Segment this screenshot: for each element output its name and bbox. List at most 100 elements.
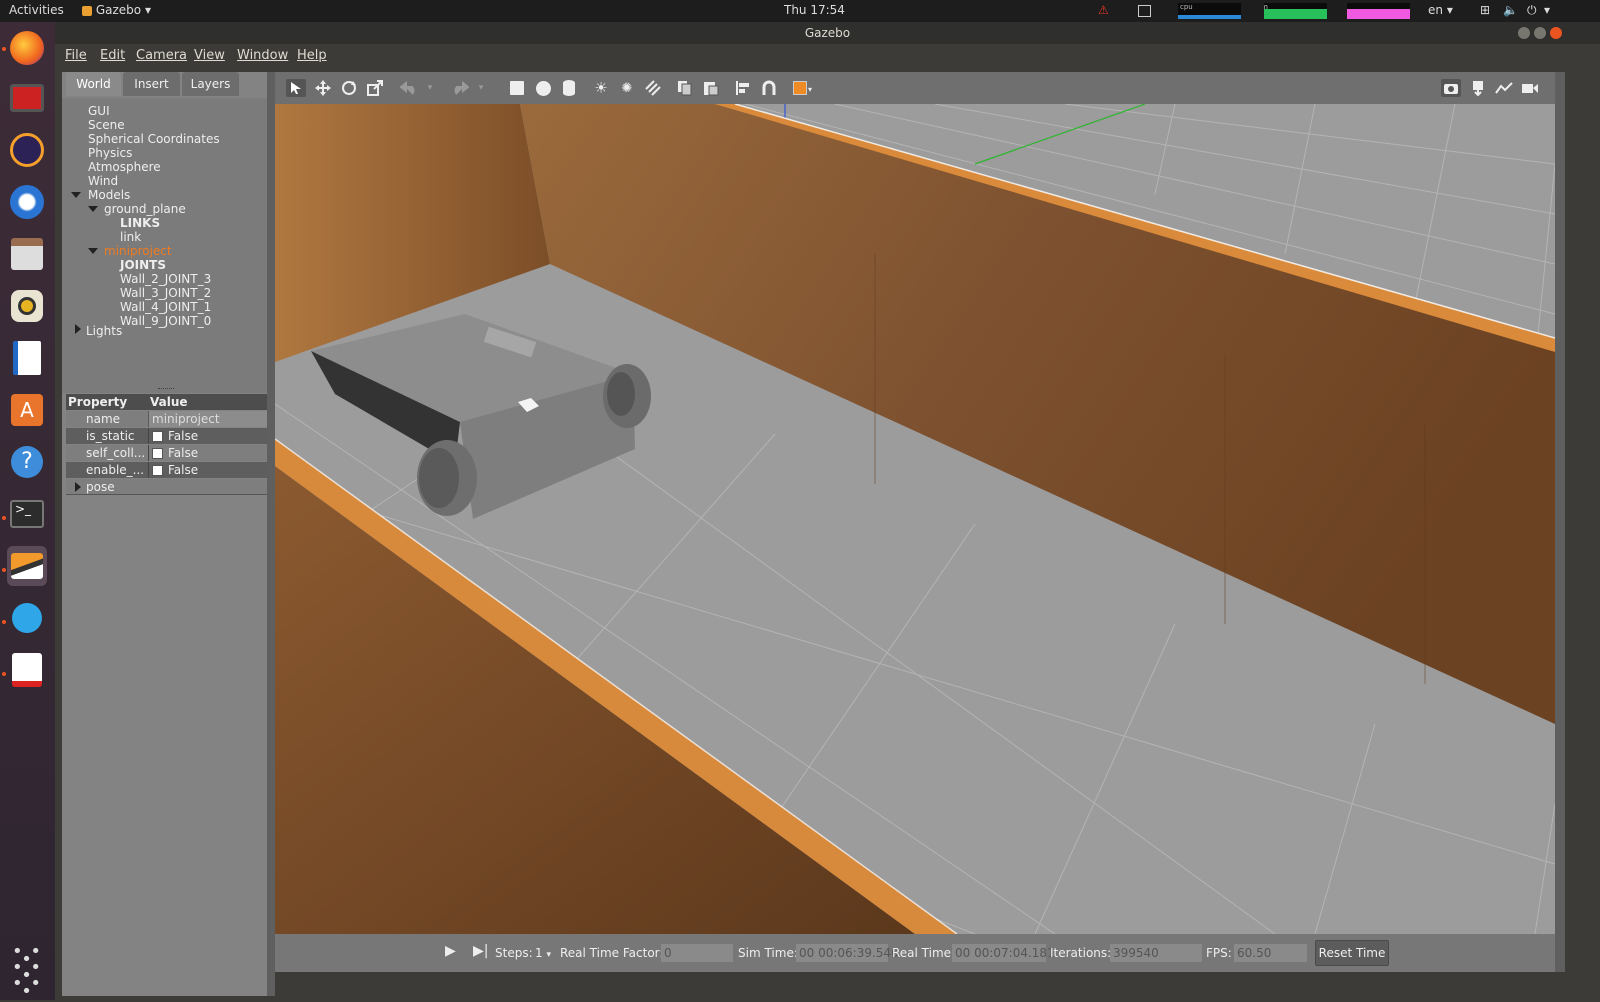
thunderbird-icon[interactable]	[7, 182, 47, 222]
expand-pose-icon[interactable]	[75, 482, 81, 492]
terminal-icon[interactable]: >_	[7, 494, 47, 534]
align-icon[interactable]	[733, 79, 753, 97]
spot-light-icon[interactable]: ✺	[617, 79, 637, 97]
tree-item-physics[interactable]: Physics	[88, 146, 132, 160]
tab-world[interactable]: World	[66, 72, 121, 96]
tree-item-wind[interactable]: Wind	[88, 174, 118, 188]
left-panel-splitter[interactable]	[267, 72, 275, 996]
show-applications-icon[interactable]: • • • • • • • • •	[7, 943, 47, 1001]
chevron-down-icon[interactable]: ▾	[476, 79, 486, 97]
view-angle-icon[interactable]: ▾	[790, 79, 812, 97]
property-row-pose[interactable]: pose	[66, 479, 267, 495]
tree-item-ground-plane[interactable]: ground_plane	[104, 202, 186, 216]
tab-insert[interactable]: Insert	[123, 72, 180, 96]
paste-icon[interactable]	[701, 79, 721, 97]
redo-icon[interactable]	[450, 79, 470, 97]
property-value[interactable]: miniproject	[152, 412, 220, 426]
tree-item-lights[interactable]: Lights	[86, 324, 122, 338]
directional-light-icon[interactable]	[643, 79, 663, 97]
document-viewer-icon[interactable]	[7, 650, 47, 690]
tree-item-joint[interactable]: Wall_3_JOINT_2	[120, 286, 211, 300]
tree-item-joint[interactable]: Wall_9_JOINT_0	[120, 314, 211, 328]
checkbox[interactable]	[152, 465, 163, 476]
minimize-button[interactable]	[1518, 27, 1530, 39]
tab-layers[interactable]: Layers	[182, 72, 239, 96]
tree-item-joint[interactable]: Wall_2_JOINT_3	[120, 272, 211, 286]
menu-help[interactable]: Help	[297, 48, 327, 63]
step-icon[interactable]: ▶|	[473, 943, 488, 959]
activities-button[interactable]: Activities	[9, 3, 64, 17]
undo-icon[interactable]	[399, 79, 419, 97]
point-light-icon[interactable]: ☀	[591, 79, 611, 97]
mem-graph[interactable]: mem	[1264, 3, 1327, 19]
scale-mode-icon[interactable]	[365, 79, 385, 97]
panel-splitter[interactable]	[158, 388, 174, 390]
expand-models-icon[interactable]	[71, 192, 81, 198]
help-icon[interactable]: ?	[7, 442, 47, 482]
kde-icon[interactable]	[7, 598, 47, 638]
property-row: is_static False	[66, 428, 267, 444]
checkbox[interactable]	[152, 431, 163, 442]
app-menu[interactable]: Gazebo ▾	[82, 3, 151, 17]
language-selector[interactable]: en ▾	[1428, 3, 1453, 17]
clock[interactable]: Thu 17:54	[784, 3, 845, 17]
menu-edit[interactable]: Edit	[100, 48, 125, 63]
net-graph[interactable]: net	[1347, 3, 1410, 19]
real-time-label: Real Time:	[892, 946, 956, 960]
right-panel-collapse[interactable]	[1555, 72, 1565, 972]
power-icon[interactable]: ⏻	[1527, 3, 1537, 18]
steps-value: 1	[535, 946, 543, 960]
snap-icon[interactable]	[759, 79, 779, 97]
3d-scene-viewport[interactable]	[275, 104, 1555, 934]
remote-desktop-icon[interactable]	[7, 78, 47, 118]
reset-time-button[interactable]: Reset Time	[1315, 940, 1389, 966]
translate-mode-icon[interactable]	[313, 79, 333, 97]
writer-icon[interactable]	[7, 338, 47, 378]
software-center-icon[interactable]: A	[7, 390, 47, 430]
window-titlebar[interactable]: Gazebo	[55, 22, 1600, 44]
menu-file[interactable]: File	[65, 48, 87, 63]
tree-item-miniproject[interactable]: miniproject	[104, 244, 172, 258]
rhythmbox-icon[interactable]	[7, 286, 47, 326]
warning-icon[interactable]: ⚠	[1098, 3, 1109, 17]
firefox-icon[interactable]	[7, 28, 47, 68]
expand-ground-plane-icon[interactable]	[88, 206, 98, 212]
volume-icon[interactable]: 🔈	[1503, 3, 1518, 17]
tree-item-spherical[interactable]: Spherical Coordinates	[88, 132, 220, 146]
menu-camera[interactable]: Camera	[136, 48, 187, 63]
chevron-down-icon[interactable]: ▾	[425, 79, 435, 97]
cylinder-shape-icon[interactable]	[559, 79, 579, 97]
plot-icon[interactable]	[1494, 79, 1514, 97]
cpu-graph[interactable]: cpu	[1178, 3, 1241, 19]
steps-spinner[interactable]: 1 ▾	[535, 946, 551, 960]
rotate-mode-icon[interactable]	[339, 79, 359, 97]
maximize-button[interactable]	[1534, 27, 1546, 39]
screenshot-icon[interactable]	[1441, 79, 1461, 97]
play-icon[interactable]: ▶	[445, 943, 456, 959]
expand-lights-icon[interactable]	[75, 324, 81, 334]
gazebo-icon[interactable]	[7, 546, 47, 586]
copy-icon[interactable]	[675, 79, 695, 97]
tree-item-joint[interactable]: Wall_4_JOINT_1	[120, 300, 211, 314]
system-monitor-icon[interactable]	[1138, 5, 1151, 17]
tree-item-scene[interactable]: Scene	[88, 118, 125, 132]
log-icon[interactable]	[1468, 79, 1488, 97]
property-name: self_coll...	[86, 446, 146, 460]
close-button[interactable]	[1550, 27, 1562, 39]
menu-view[interactable]: View	[194, 48, 225, 63]
tree-item-atmosphere[interactable]: Atmosphere	[88, 160, 161, 174]
checkbox[interactable]	[152, 448, 163, 459]
box-shape-icon[interactable]	[507, 79, 527, 97]
network-icon[interactable]: ⊞	[1480, 3, 1490, 17]
tree-item-gui[interactable]: GUI	[88, 104, 110, 118]
expand-miniproject-icon[interactable]	[88, 248, 98, 254]
video-record-icon[interactable]	[1520, 79, 1540, 97]
eclipse-icon[interactable]	[7, 130, 47, 170]
tree-item-link[interactable]: link	[120, 230, 141, 244]
files-icon[interactable]	[7, 234, 47, 274]
select-mode-icon[interactable]	[286, 79, 306, 97]
chevron-down-icon[interactable]: ▾	[1544, 3, 1550, 17]
sphere-shape-icon[interactable]	[533, 79, 553, 97]
tree-item-models[interactable]: Models	[88, 188, 130, 202]
menu-window[interactable]: Window	[237, 48, 288, 63]
